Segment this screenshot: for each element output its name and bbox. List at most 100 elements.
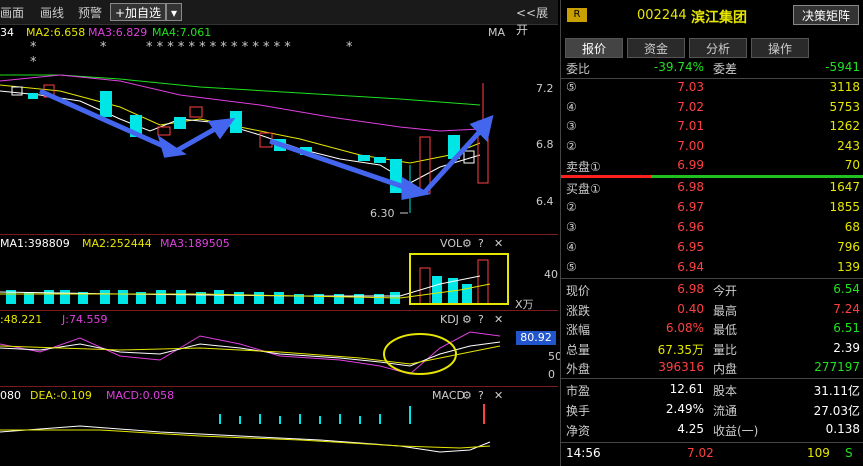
level-label: ④ [566,99,577,114]
panel-divider [0,234,558,235]
macd-dea-line [0,429,491,449]
fund-value-2: 0.138 [825,422,860,436]
buy-level: ② 6.97 1855 [561,198,863,218]
level-volume: 1855 [829,200,860,214]
level-volume: 139 [837,260,860,274]
quote-panel: R 002244 滨江集团 决策矩阵 报价 资金 分析 操作 委比 -39.74… [560,0,863,466]
vol-ma2: MA2:252444 [82,237,152,250]
ma3-value: MA3:6.829 [88,26,148,39]
toolbar-alert[interactable]: 预警 [78,4,102,21]
level-label: ④ [566,240,577,254]
macd-chart[interactable] [0,402,515,466]
help-icon[interactable]: ? [478,237,484,250]
level-volume: 1647 [829,180,860,194]
stat-value-2: 277197 [814,360,860,374]
ma4-value: MA4:7.061 [152,26,212,39]
kdj-d-line [0,345,501,365]
price-axis-1: 7.2 [536,82,554,95]
vol-ma1: MA1:398809 [0,237,70,250]
ma4-line [0,74,481,106]
stat-label: 涨跌 [566,303,591,318]
buy-level: ④ 6.95 796 [561,238,863,258]
gear-icon[interactable]: ⚙ [462,313,472,326]
tick-flag: S [845,446,853,460]
expand-button[interactable]: <<展开 [516,4,558,38]
vol-label: VOL [440,237,463,250]
price-axis-3: 6.4 [536,195,554,208]
decision-matrix-button[interactable]: 决策矩阵 [793,5,859,25]
volume-bar-red-last [477,259,489,305]
stat-row: 涨跌 0.40 最高 7.24 [561,300,863,320]
tick-volume: 109 [807,446,830,460]
gear-icon[interactable]: ⚙ [462,237,472,250]
macd-dea-value: DEA:-0.109 [30,389,92,402]
kdj-d-value: :48.221 [0,313,43,326]
fund-value-2: 27.03亿 [813,404,860,418]
ma2-value: MA2:6.658 [26,26,86,39]
level-label: ⑤ [566,80,577,94]
add-watchlist-button[interactable]: +加自选 [110,3,167,21]
stat-label: 现价 [566,284,591,298]
fund-label-2: 流通 [713,404,738,418]
candlestick-chart[interactable] [0,55,515,235]
ma-legend: 34 MA2:6.658 MA3:6.829 MA4:7.061 MA [0,26,515,40]
level-label: ⑤ [566,260,577,274]
sell-level: ③ 7.01 1262 [561,117,863,137]
panel-divider-3 [0,386,558,387]
stat-label: 涨幅 [566,323,591,337]
chart-toolbar: 画面 画线 预警 +加自选 ▾ <<展开 [0,0,558,37]
close-icon[interactable]: ✕ [494,389,503,402]
buy-level: ⑤ 6.94 139 [561,258,863,278]
kdj-chart[interactable] [0,326,515,384]
stat-value-2: 6.54 [833,282,860,296]
level-price: 7.02 [677,99,704,114]
level-price: 7.01 [677,119,704,133]
commission-ratio-row: 委比 -39.74% 委差 -5941 [561,58,863,78]
stat-label-2: 今开 [713,284,738,298]
fund-value: 12.61 [669,382,704,396]
stat-value: 396316 [658,360,704,374]
diff-label: 委差 [713,62,738,76]
tab-quote[interactable]: 报价 [565,38,623,58]
close-icon[interactable]: ✕ [494,237,503,250]
kdj-axis-bot: 0 [548,368,555,381]
close-icon[interactable]: ✕ [494,313,503,326]
help-icon[interactable]: ? [478,389,484,402]
ratio-label: 委比 [566,62,591,76]
sell-level: 卖盘① 6.99 70 [561,156,863,176]
level-volume: 243 [837,138,860,153]
level-volume: 3118 [829,80,860,94]
toolbar-screen[interactable]: 画面 [0,4,24,21]
level-price: 6.96 [677,220,704,234]
tab-funds[interactable]: 资金 [627,38,685,58]
toolbar-draw[interactable]: 画线 [40,4,64,21]
stat-row: 外盘 396316 内盘 277197 [561,358,863,378]
level-label: ③ [566,220,577,234]
chevron-down-icon[interactable]: ▾ [166,3,182,21]
tab-analysis[interactable]: 分析 [689,38,747,58]
vol-axis: 40 [544,268,558,281]
gear-icon[interactable]: ⚙ [462,389,472,402]
stat-row: 涨幅 6.08% 最低 6.51 [561,319,863,339]
level-price: 6.95 [677,240,704,254]
macd-dif-value: 080 [0,389,21,402]
fund-value-2: 31.11亿 [813,384,860,398]
macd-value: MACD:0.058 [106,389,175,402]
sell-level: ② 7.00 243 [561,137,863,157]
ratio-value: -39.74% [653,60,704,74]
fund-value: 2.49% [665,402,704,416]
level-label: ② [566,200,577,214]
stat-value-2: 2.39 [833,340,860,355]
volume-bar-red [419,267,431,305]
tick-price: 7.02 [687,446,714,460]
volume-chart[interactable] [0,252,515,308]
volume-bars [6,276,472,304]
level-price: 7.03 [677,80,704,94]
vol-ma3: MA3:189505 [160,237,230,250]
fundamental-row: 换手 2.49% 流通 27.03亿 [561,400,863,420]
tab-operation[interactable]: 操作 [751,38,809,58]
stars-group-4: * [346,40,353,55]
help-icon[interactable]: ? [478,313,484,326]
kdj-label: KDJ [440,313,459,326]
stat-label-2: 最高 [713,303,738,318]
